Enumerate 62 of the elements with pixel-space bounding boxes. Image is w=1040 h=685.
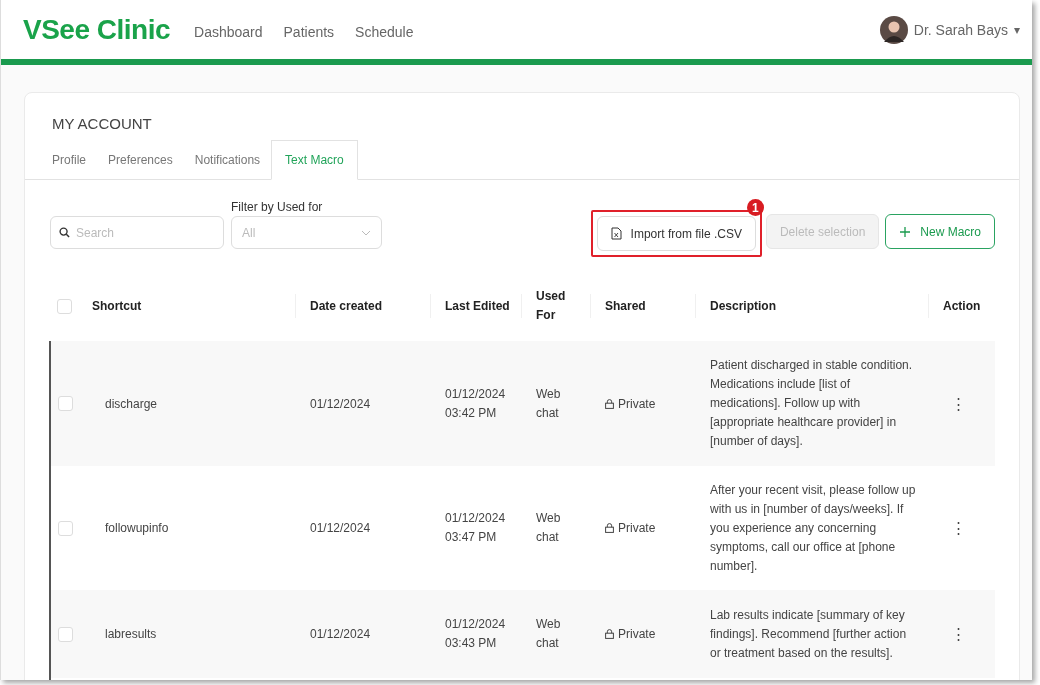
shared-cell: Private (618, 521, 656, 535)
shared-cell: Private (618, 627, 656, 641)
chevron-down-icon (361, 229, 371, 236)
column-header: Last Edited (445, 297, 510, 315)
tab[interactable]: Preferences (97, 140, 184, 179)
edited-cell-text: 01/12/2024 (445, 510, 506, 527)
row-checkbox[interactable] (58, 520, 73, 536)
import-button[interactable]: Import from file .CSV (596, 216, 756, 251)
edited-cell-text: 01/12/2024 (445, 385, 506, 403)
search-field[interactable]: Search (50, 216, 224, 249)
column-header: Date created (310, 297, 383, 315)
lock-icon (605, 398, 614, 409)
edited-cell-text: 03:42 PM (445, 404, 497, 422)
row-checkbox[interactable] (58, 396, 73, 411)
column-header: Shortcut (92, 297, 142, 315)
column-header: Action (943, 297, 981, 315)
used-for-cell-text: chat (536, 635, 559, 652)
edited-cell-text: 03:43 PM (445, 635, 497, 652)
row-checkbox[interactable] (58, 626, 73, 642)
avatar-icon[interactable] (879, 15, 908, 44)
more-menu-button[interactable]: ⋮ (947, 625, 970, 643)
select-all-checkbox[interactable] (57, 298, 72, 314)
used-for-cell-text: Web (536, 616, 561, 633)
shortcut-cell: labresults (105, 627, 157, 641)
description-cell-text: Patient discharged in stable condition. Medications include [list of medications]. Follow up with [appropriate healthcare provider] in [number of days]. (710, 357, 914, 450)
page-title: MY ACCOUNT (51, 114, 153, 132)
shortcut-cell: followupinfo (105, 521, 169, 535)
edited-cell-text: 01/12/2024 (445, 616, 506, 633)
used-for-cell-text: Web (536, 510, 561, 527)
plus-icon (899, 225, 912, 238)
description-cell-text: Lab results indicate [summary of key findings]. Recommend [further action or treatment based on the results]. (710, 606, 908, 662)
column-header: Used For (536, 288, 566, 324)
description-cell-text: After your recent visit, please follow up with us in [number of days/weeks]. If you experience any concerning symptoms, call our office at [phone number]. (710, 481, 917, 575)
column-header: Description (710, 297, 776, 315)
tab[interactable]: Notifications (183, 140, 272, 179)
step-badge: 1 (746, 199, 764, 216)
filter-label: Filter by Used for (231, 200, 324, 214)
nav-link[interactable]: Dashboard (194, 23, 263, 40)
lock-icon (605, 629, 614, 639)
nav-link[interactable]: Patients (283, 23, 335, 40)
column-header: Shared (605, 297, 646, 315)
tab[interactable]: Text Macro (271, 140, 358, 180)
new-macro-button[interactable]: New Macro (885, 214, 995, 249)
shared-cell: Private (618, 396, 656, 411)
date-cell: 01/12/2024 (310, 521, 371, 535)
search-icon (59, 227, 70, 238)
more-menu-button[interactable]: ⋮ (947, 394, 970, 413)
used-for-cell-text: Web (536, 385, 561, 403)
more-menu-button[interactable]: ⋮ (947, 519, 970, 537)
logo[interactable]: VSee Clinic (23, 13, 170, 46)
tab[interactable]: Profile (41, 140, 97, 179)
used-for-cell-text: chat (536, 529, 559, 546)
lock-icon (605, 523, 614, 533)
file-icon (610, 227, 622, 240)
used-for-cell-text: chat (536, 404, 559, 422)
shortcut-cell: discharge (105, 396, 158, 411)
nav-link[interactable]: Schedule (355, 23, 414, 40)
caret-icon[interactable]: ▾ (1014, 22, 1020, 37)
date-cell: 01/12/2024 (310, 396, 371, 411)
edited-cell-text: 03:47 PM (445, 529, 497, 546)
user-name[interactable]: Dr. Sarah Bays (913, 21, 1008, 38)
date-cell: 01/12/2024 (310, 627, 371, 641)
